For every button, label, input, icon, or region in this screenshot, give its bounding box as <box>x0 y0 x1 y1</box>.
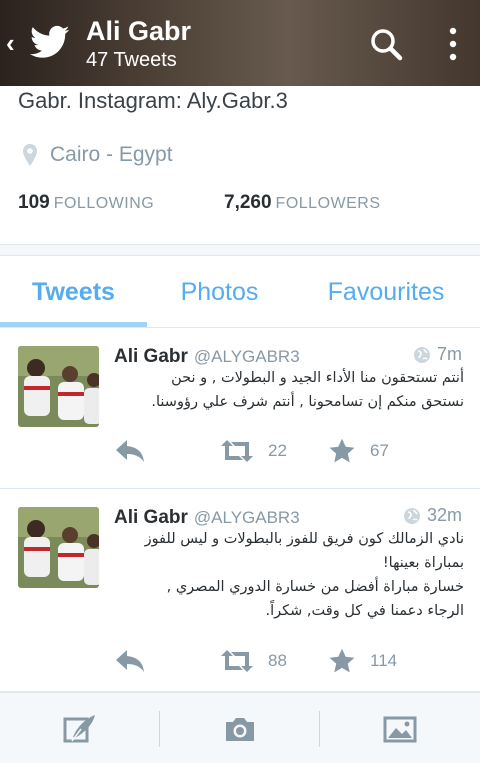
retweet-icon <box>221 440 253 462</box>
tweet-timestamp: 32m <box>403 505 462 526</box>
retweet-count: 88 <box>268 651 287 670</box>
compose-quill-icon <box>63 714 95 742</box>
tweet-author-handle: @ALYGABR3 <box>193 347 300 366</box>
tweet-item[interactable]: Ali Gabr @ALYGABR3 7m أنتم تستحقون منا ال… <box>0 328 480 489</box>
globe-icon <box>413 346 430 363</box>
avatar[interactable] <box>18 507 99 588</box>
globe-icon <box>403 507 420 524</box>
tweet-author-name: Ali Gabr <box>114 507 188 528</box>
image-gallery-icon <box>383 716 417 742</box>
followers-count: 7,260 <box>224 192 272 213</box>
tweet-timestamp: 7m <box>413 344 462 365</box>
tweet-item[interactable]: Ali Gabr @ALYGABR3 32m نادي الزمالك كون ف… <box>0 489 480 692</box>
reply-icon <box>116 650 144 672</box>
camera-icon <box>226 717 254 741</box>
location-text: Cairo - Egypt <box>50 143 173 166</box>
tweet-text: أنتم تستحقون منا الأداء الجيد و البطولات… <box>151 370 464 410</box>
retweet-count: 22 <box>268 441 287 460</box>
tab-tweets[interactable]: Tweets <box>0 256 147 328</box>
camera-button[interactable] <box>160 693 320 763</box>
tweet-count-subtitle: 47 Tweets <box>86 49 177 71</box>
tweet-actions: 88 114 <box>0 641 480 681</box>
tab-photos[interactable]: Photos <box>147 256 292 328</box>
favorite-count: 114 <box>370 651 398 670</box>
back-chevron-icon[interactable]: ‹ <box>6 28 15 58</box>
tweet-author[interactable]: Ali Gabr @ALYGABR3 <box>114 507 300 529</box>
tweet-text: نادي الزمالك كون فريق للفوز بالبطولات و … <box>144 531 464 619</box>
retweet-icon <box>221 650 253 672</box>
favorite-count: 67 <box>370 441 389 460</box>
following-count: 109 <box>18 192 50 213</box>
tweet-author-name: Ali Gabr <box>114 346 188 367</box>
avatar-photo <box>18 346 99 427</box>
avatar-photo <box>18 507 99 588</box>
profile-bio: Gabr. Instagram: Aly.Gabr.3 <box>18 88 288 113</box>
favorite-button[interactable]: 67 <box>328 431 389 471</box>
tweet-actions: 22 67 <box>0 431 480 471</box>
reply-button[interactable] <box>114 641 146 681</box>
star-icon <box>329 438 355 463</box>
tab-favourites[interactable]: Favourites <box>292 256 480 328</box>
twitter-bird-icon[interactable] <box>30 22 70 62</box>
profile-tabs: Tweets Photos Favourites <box>0 256 480 328</box>
tweet-author-handle: @ALYGABR3 <box>193 508 300 527</box>
compose-tweet-button[interactable] <box>0 693 160 763</box>
followers-label: FOLLOWERS <box>275 195 381 212</box>
profile-location: Cairo - Egypt <box>22 140 173 170</box>
tweet-time: 32m <box>426 505 462 525</box>
following-label: FOLLOWING <box>53 195 155 212</box>
search-icon[interactable] <box>366 24 406 64</box>
overflow-menu-icon[interactable] <box>440 24 466 64</box>
followers-stat[interactable]: 7,260 FOLLOWERS <box>224 192 381 214</box>
section-divider <box>0 244 480 256</box>
location-pin-icon <box>23 144 37 166</box>
retweet-button[interactable]: 22 <box>220 431 287 471</box>
favorite-button[interactable]: 114 <box>328 641 397 681</box>
tweet-time: 7m <box>436 344 462 364</box>
retweet-button[interactable]: 88 <box>220 641 287 681</box>
compose-toolbar <box>0 692 480 763</box>
reply-button[interactable] <box>114 431 146 471</box>
gallery-button[interactable] <box>320 693 480 763</box>
active-tab-indicator <box>0 322 147 327</box>
profile-stats: 109 FOLLOWING 7,260 FOLLOWERS <box>18 192 458 222</box>
avatar[interactable] <box>18 346 99 427</box>
tweet-author[interactable]: Ali Gabr @ALYGABR3 <box>114 346 300 368</box>
app-bar: ‹ Ali Gabr 47 Tweets <box>0 0 480 86</box>
star-icon <box>329 648 355 673</box>
reply-icon <box>116 440 144 462</box>
profile-name-title: Ali Gabr <box>86 16 192 46</box>
following-stat[interactable]: 109 FOLLOWING <box>18 192 154 214</box>
